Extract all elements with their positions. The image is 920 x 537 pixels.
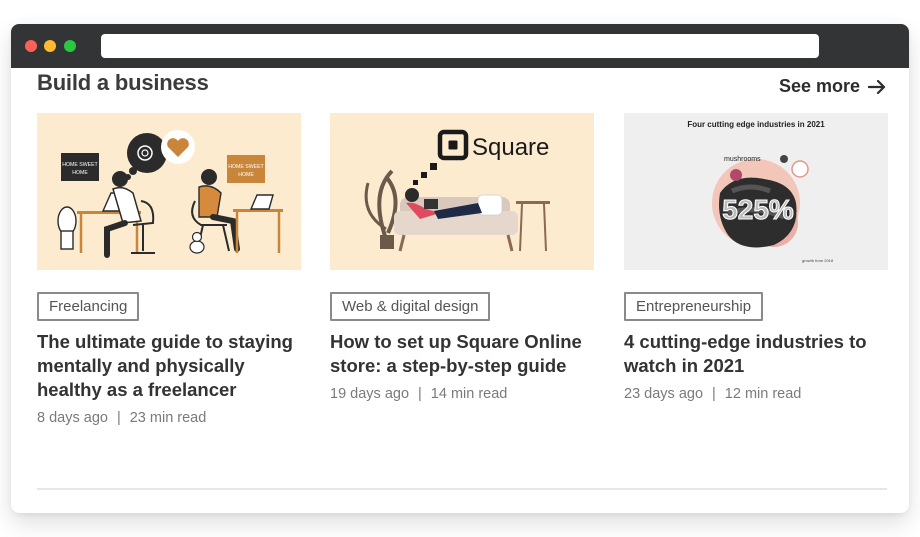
svg-text:growth from 2018: growth from 2018	[802, 258, 834, 263]
page-content: Build a business See more HOME SWEET HOM…	[11, 68, 909, 513]
article-title[interactable]: How to set up Square Online store: a ste…	[330, 330, 594, 378]
freelancer-illustration[interactable]: HOME SWEET HOME HOME SWEET HOME	[37, 113, 301, 270]
square-online-illustration[interactable]: Square	[330, 113, 594, 270]
article-meta: 19 days ago | 14 min read	[330, 386, 594, 402]
article-read-time: 14 min read	[430, 386, 508, 402]
svg-text:mushrooms: mushrooms	[724, 156, 761, 163]
article-read-time: 23 min read	[129, 410, 207, 426]
article-age: 19 days ago	[330, 386, 410, 402]
maximize-window-button[interactable]	[64, 40, 76, 52]
meta-separator: |	[712, 386, 716, 402]
svg-text:HOME: HOME	[238, 172, 254, 178]
svg-text:HOME SWEET: HOME SWEET	[228, 164, 264, 170]
category-tag[interactable]: Entrepreneurship	[624, 292, 764, 321]
browser-titlebar	[11, 24, 909, 68]
see-more-label: See more	[779, 76, 861, 96]
industries-infographic[interactable]: Four cutting edge industries in 2021 mus…	[624, 113, 888, 270]
article-title[interactable]: 4 cutting-edge industries to watch in 20…	[624, 330, 888, 378]
minimize-window-button[interactable]	[44, 40, 56, 52]
arrow-right-icon	[868, 79, 886, 94]
category-tag[interactable]: Freelancing	[37, 292, 140, 321]
article-card[interactable]: HOME SWEET HOME HOME SWEET HOME Freelanc…	[37, 113, 301, 426]
svg-text:525%: 525%	[722, 194, 794, 225]
meta-separator: |	[116, 410, 121, 426]
svg-text:Square: Square	[472, 134, 549, 161]
address-bar[interactable]	[101, 34, 819, 58]
article-title[interactable]: The ultimate guide to staying mentally a…	[37, 330, 301, 402]
close-window-button[interactable]	[25, 40, 37, 52]
article-read-time: 12 min read	[724, 386, 802, 402]
category-tag[interactable]: Web & digital design	[330, 292, 491, 321]
see-more-link[interactable]: See more	[779, 76, 886, 97]
article-card[interactable]: Four cutting edge industries in 2021 mus…	[624, 113, 888, 402]
svg-text:Four cutting edge industries i: Four cutting edge industries in 2021	[687, 120, 825, 129]
article-meta: 23 days ago | 12 min read	[624, 386, 888, 402]
article-meta: 8 days ago | 23 min read	[37, 410, 301, 426]
article-age: 23 days ago	[624, 386, 704, 402]
svg-text:HOME: HOME	[72, 170, 88, 176]
section-title: Build a business	[37, 70, 209, 95]
meta-separator: |	[418, 386, 422, 402]
article-card[interactable]: Square Web & digital design How to set u…	[330, 113, 594, 402]
section-divider	[37, 488, 887, 490]
svg-text:HOME SWEET: HOME SWEET	[62, 162, 98, 168]
article-age: 8 days ago	[37, 410, 108, 426]
browser-window: Build a business See more HOME SWEET HOM…	[11, 24, 909, 513]
